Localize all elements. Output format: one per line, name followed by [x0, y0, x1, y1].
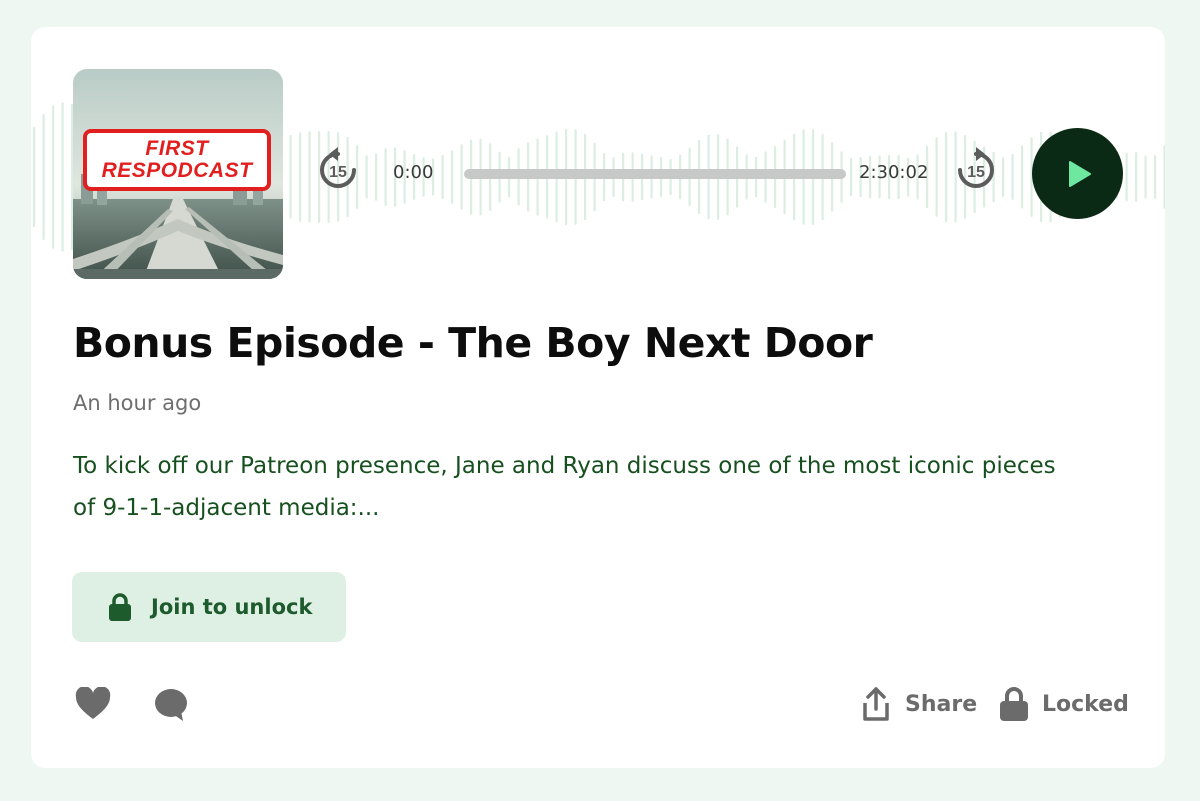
- share-label: Share: [905, 691, 978, 717]
- share-button[interactable]: Share: [861, 683, 977, 725]
- duration: 2:30:02: [859, 162, 929, 183]
- play-icon: [1068, 160, 1091, 187]
- comment-icon: [155, 689, 187, 721]
- padlock-icon: [1000, 687, 1028, 721]
- waveform-bar: [460, 144, 463, 210]
- cover-title-line2: RESPODCAST: [101, 159, 253, 182]
- waveform-bar: [935, 137, 938, 217]
- locked-status: Locked: [998, 683, 1129, 725]
- waveform-bar: [945, 131, 948, 223]
- waveform-bar: [52, 105, 55, 249]
- waveform-bar: [375, 153, 378, 201]
- waveform-bar: [299, 132, 302, 222]
- waveform-bar: [1163, 145, 1165, 209]
- join-to-unlock-label: Join to unlock: [151, 595, 313, 619]
- skip-forward-15-icon: 15: [958, 147, 994, 188]
- waveform-bar: [365, 155, 368, 199]
- waveform-bar: [1144, 155, 1147, 199]
- waveform-bar: [61, 102, 64, 252]
- waveform-bar: [451, 150, 454, 204]
- play-button[interactable]: [1032, 128, 1123, 219]
- cover-title-line1: FIRST: [145, 137, 209, 160]
- waveform-bar: [441, 155, 444, 199]
- cover-title-badge: FIRST RESPODCAST: [83, 129, 271, 191]
- heart-icon: [75, 686, 111, 719]
- skip-forward-seconds: 15: [967, 164, 985, 181]
- comment-button[interactable]: [153, 687, 189, 727]
- episode-card: FIRST RESPODCAST 15 0:00 2:30:02 15 Bonu…: [31, 27, 1165, 768]
- join-to-unlock-button[interactable]: Join to unlock: [72, 572, 346, 642]
- progress-bar[interactable]: [464, 169, 846, 179]
- waveform-bar: [42, 114, 45, 240]
- waveform-bar: [289, 135, 292, 219]
- waveform-bar: [1135, 152, 1138, 202]
- skip-back-15-icon: 15: [320, 147, 356, 188]
- episode-title[interactable]: Bonus Episode - The Boy Next Door: [73, 319, 873, 367]
- skip-back-button[interactable]: 15: [315, 146, 361, 192]
- episode-cover-art: FIRST RESPODCAST: [73, 69, 283, 279]
- lock-icon: [109, 593, 131, 621]
- waveform-bar: [1125, 152, 1128, 202]
- waveform-bar: [308, 131, 311, 223]
- waveform-bar: [1002, 157, 1005, 197]
- waveform-bar: [1154, 155, 1157, 199]
- like-button[interactable]: [75, 686, 111, 725]
- waveform-bar: [1021, 145, 1024, 209]
- share-icon: [863, 687, 889, 721]
- episode-description: To kick off our Patreon presence, Jane a…: [73, 453, 1056, 521]
- waveform-bar: [33, 126, 36, 228]
- skip-forward-button[interactable]: 15: [953, 146, 999, 192]
- waveform-bar: [850, 157, 853, 197]
- current-time: 0:00: [393, 162, 434, 183]
- posted-timestamp[interactable]: An hour ago: [73, 391, 201, 415]
- waveform-bar: [1011, 154, 1014, 200]
- skip-back-seconds: 15: [329, 164, 347, 181]
- locked-label: Locked: [1042, 691, 1129, 717]
- waveform-bar: [384, 148, 387, 206]
